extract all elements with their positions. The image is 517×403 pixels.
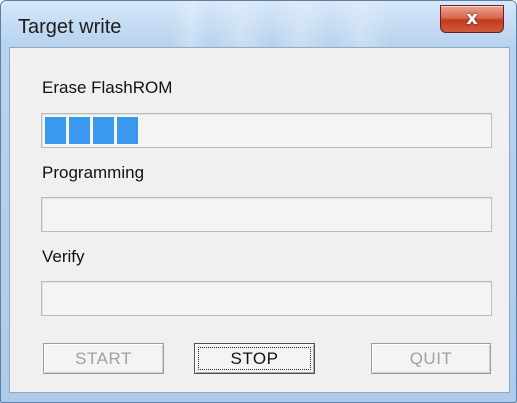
close-button[interactable]: x (440, 5, 504, 33)
verify-label: Verify (42, 247, 85, 266)
verify-progress-bar (41, 281, 492, 316)
erase-progress-bar (41, 113, 492, 148)
progress-segment (45, 117, 66, 144)
progress-segment (117, 117, 138, 144)
programming-progress-bar (41, 197, 492, 232)
erase-flashrom-label: Erase FlashROM (42, 78, 173, 97)
programming-label: Programming (42, 163, 145, 182)
window-title: Target write (18, 16, 122, 38)
start-button-label: START (75, 348, 132, 368)
quit-button[interactable]: QUIT (371, 343, 491, 374)
start-button[interactable]: START (43, 343, 164, 374)
verify-progress-fill (45, 285, 488, 312)
stop-button[interactable]: STOP (194, 343, 315, 374)
close-icon: x (466, 8, 478, 29)
dialog-client-area: Erase FlashROM Programming Verify START … (9, 47, 510, 393)
stop-button-label: STOP (230, 348, 279, 368)
erase-progress-fill (45, 117, 488, 144)
target-write-window: Target write x Erase FlashROM Programmin… (0, 0, 517, 403)
quit-button-label: QUIT (409, 348, 453, 368)
programming-progress-fill (45, 201, 488, 228)
title-bar[interactable]: Target write x (1, 1, 516, 47)
progress-segment (93, 117, 114, 144)
progress-segment (69, 117, 90, 144)
